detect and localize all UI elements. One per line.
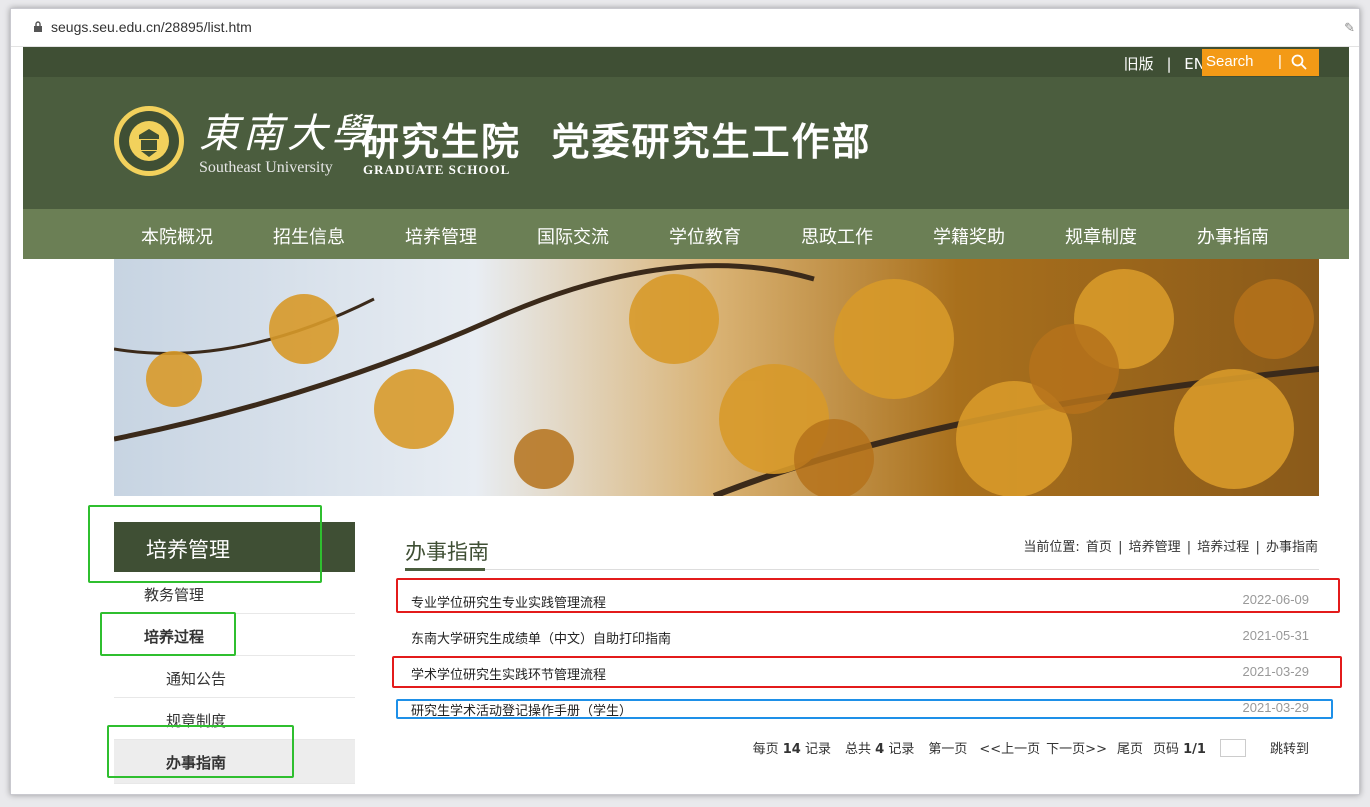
search-button[interactable]: Search | (1202, 49, 1319, 76)
jump-button[interactable]: 跳转到 (1270, 738, 1309, 757)
title-accent-bar (405, 568, 485, 571)
list-item-title[interactable]: 学术学位研究生实践环节管理流程 (411, 664, 606, 683)
list-item[interactable]: 专业学位研究生专业实践管理流程 2022-06-09 (405, 581, 1319, 617)
lock-icon (34, 21, 42, 32)
nav-item-guide[interactable]: 办事指南 (1197, 223, 1269, 249)
page-title: 办事指南 (405, 540, 489, 564)
pagination: 每页 14 记录 总共 4 记录 第一页 <<上一页 下一页>> 尾页 页码 1… (753, 738, 1309, 757)
breadcrumb-separator: | (1118, 540, 1123, 555)
breadcrumb-guide[interactable]: 办事指南 (1266, 540, 1318, 555)
old-version-link[interactable]: 旧版 (1124, 55, 1154, 73)
logo-chinese: 東南大學 (199, 111, 375, 157)
nav-item-ideology[interactable]: 思政工作 (801, 223, 873, 249)
separator: | (1166, 55, 1172, 73)
main-nav: 本院概况 招生信息 培养管理 国际交流 学位教育 思政工作 学籍奖助 规章制度 … (23, 209, 1349, 259)
first-page-link[interactable]: 第一页 (928, 738, 967, 757)
nav-item-training[interactable]: 培养管理 (405, 223, 477, 249)
nav-item-status-aid[interactable]: 学籍奖助 (933, 223, 1005, 249)
list-item[interactable]: 研究生学术活动登记操作手册（学生） 2021-03-29 (405, 689, 1319, 725)
list-item[interactable]: 学术学位研究生实践环节管理流程 2021-03-29 (405, 653, 1319, 689)
sidebar-item-training-process[interactable]: 培养过程 (114, 614, 355, 656)
list-item-date: 2021-05-31 (1242, 628, 1310, 643)
breadcrumb: 当前位置: 首页 | 培养管理 | 培养过程 | 办事指南 (1022, 536, 1319, 555)
sidebar-item-guide[interactable]: 办事指南 (114, 740, 355, 784)
edit-icon[interactable]: ✎ (1344, 21, 1355, 36)
sidebar-item-academic-affairs[interactable]: 教务管理 (114, 572, 355, 614)
separator: | (1278, 53, 1282, 70)
last-page-link[interactable]: 尾页 (1117, 738, 1143, 757)
total-records: 总共 4 记录 (845, 742, 915, 757)
nav-item-regulations[interactable]: 规章制度 (1065, 223, 1137, 249)
nav-item-international[interactable]: 国际交流 (537, 223, 609, 249)
list-item-date: 2021-03-29 (1242, 664, 1310, 679)
url-text[interactable]: seugs.seu.edu.cn/28895/list.htm (51, 19, 252, 35)
sidebar-item-notices[interactable]: 通知公告 (114, 656, 355, 698)
banner-image (114, 259, 1319, 496)
address-bar[interactable]: seugs.seu.edu.cn/28895/list.htm ✎ (11, 9, 1359, 47)
breadcrumb-prefix: 当前位置: (1023, 540, 1080, 555)
breadcrumb-process[interactable]: 培养过程 (1197, 540, 1249, 555)
university-seal-icon[interactable] (113, 105, 185, 177)
sidebar-title: 培养管理 (114, 522, 355, 572)
next-page-link[interactable]: 下一页>> (1046, 738, 1107, 757)
per-page-label: 每页 14 记录 (752, 742, 831, 757)
search-icon (1291, 54, 1307, 70)
nav-item-admissions[interactable]: 招生信息 (273, 223, 345, 249)
breadcrumb-separator: | (1255, 540, 1260, 555)
divider (405, 569, 1319, 570)
site-header: 東南大學 Southeast University 研究生院 党委研究生工作部 … (23, 77, 1349, 209)
list-item-title[interactable]: 专业学位研究生专业实践管理流程 (411, 592, 606, 611)
sidebar: 培养管理 教务管理 培养过程 通知公告 规章制度 办事指南 (114, 522, 355, 784)
list-item-title[interactable]: 研究生学术活动登记操作手册（学生） (411, 700, 632, 719)
top-strip: 旧版 | EN Search | (23, 47, 1349, 77)
site-title: 研究生院 党委研究生工作部 (361, 120, 872, 164)
breadcrumb-training[interactable]: 培养管理 (1129, 540, 1181, 555)
nav-item-degree[interactable]: 学位教育 (669, 223, 741, 249)
prev-page-link[interactable]: <<上一页 (979, 738, 1040, 757)
ginkgo-leaves-image (114, 263, 1319, 496)
search-label: Search (1206, 53, 1254, 70)
site-subtitle: GRADUATE SCHOOL (363, 162, 511, 177)
breadcrumb-separator: | (1186, 540, 1192, 555)
browser-window: seugs.seu.edu.cn/28895/list.htm ✎ 旧版 | E… (10, 8, 1360, 795)
list-item[interactable]: 东南大学研究生成绩单（中文）自助打印指南 2021-05-31 (405, 617, 1319, 653)
page-number: 页码 1/1 (1152, 742, 1206, 757)
breadcrumb-home[interactable]: 首页 (1086, 540, 1112, 555)
logo-english: Southeast University (199, 159, 333, 176)
sidebar-item-regulations[interactable]: 规章制度 (114, 698, 355, 740)
list-item-title[interactable]: 东南大学研究生成绩单（中文）自助打印指南 (411, 628, 671, 647)
list-item-date: 2021-03-29 (1242, 700, 1310, 715)
website: 旧版 | EN Search | 東南大學 Southeast Universi… (23, 47, 1349, 792)
nav-item-overview[interactable]: 本院概况 (141, 223, 213, 249)
list-item-date: 2022-06-09 (1242, 592, 1310, 607)
jump-page-input[interactable] (1219, 738, 1246, 757)
